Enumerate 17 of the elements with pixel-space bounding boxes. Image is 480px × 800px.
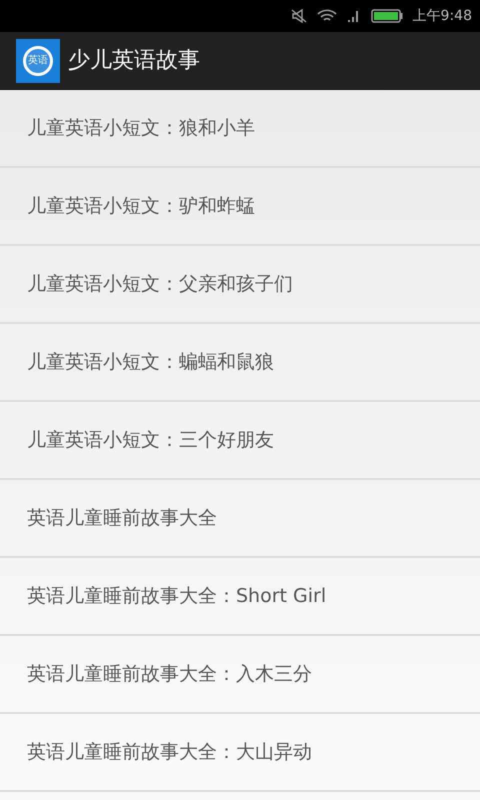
- signal-icon: [346, 9, 361, 23]
- story-item[interactable]: 英语儿童睡前故事大全: [0, 480, 480, 558]
- story-item[interactable]: 英语儿童睡前故事大全：入木三分: [0, 636, 480, 714]
- story-item[interactable]: 英语儿童睡前故事大全：Short Girl: [0, 558, 480, 636]
- battery-icon: [370, 9, 403, 23]
- app-title: 少儿英语故事: [68, 47, 200, 75]
- story-item[interactable]: 儿童英语小短文：驴和蚱蜢: [0, 168, 480, 246]
- app-icon[interactable]: 英语: [16, 38, 60, 82]
- story-item[interactable]: 儿童英语小短文：狼和小羊: [0, 90, 480, 168]
- story-item[interactable]: 英语儿童睡前故事大全：大山异动: [0, 714, 480, 792]
- status-time: 上午9:48: [412, 6, 472, 26]
- app-icon-label: 英语: [28, 56, 48, 66]
- wifi-icon: [316, 9, 337, 23]
- story-item[interactable]: 儿童英语小短文：父亲和孩子们: [0, 246, 480, 324]
- mute-icon: [290, 9, 307, 23]
- story-item[interactable]: 儿童英语小短文：蝙蝠和鼠狼: [0, 324, 480, 402]
- story-item[interactable]: 儿童英语小短文：三个好朋友: [0, 402, 480, 480]
